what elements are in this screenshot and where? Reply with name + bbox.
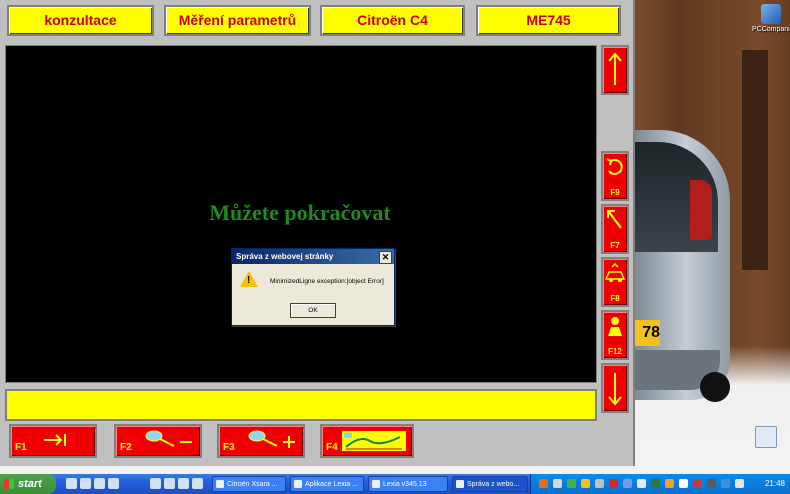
taskbar: start Citroën Xsara ... Aplikace Lexia .… [0,474,790,494]
f3-button[interactable]: F3 [217,424,305,458]
tray-icon[interactable] [721,479,730,488]
tab-mereni-parametru[interactable]: Měření parametrů [164,5,311,36]
taskbar-item-label: Aplikace Lexia ... [305,481,358,488]
desktop-icon-recycle-bin[interactable] [754,426,778,450]
quicklaunch-icon[interactable] [66,478,77,489]
f7-label: F7 [610,241,620,250]
tray-icon[interactable] [553,479,562,488]
f4-button[interactable]: F4 [320,424,414,458]
f2-label: F2 [120,442,132,453]
tray-icon[interactable] [623,479,632,488]
arrow-to-bar-icon [44,434,66,446]
f7-button[interactable]: F7 [601,204,629,254]
tab-konzultace[interactable]: konzultace [7,5,154,36]
diagonal-arrow-icon [607,210,622,229]
f12-label: F12 [608,347,622,356]
wallpaper-car-wheel [700,372,730,402]
tray-icon[interactable] [693,479,702,488]
f12-button[interactable]: F12 [601,310,629,360]
f3-label: F3 [223,442,235,453]
start-label: start [18,478,42,490]
lexia-icon [372,480,380,488]
quicklaunch-icon[interactable] [164,478,175,489]
taskbar-item[interactable]: Citroën Xsara ... [212,476,286,492]
tray-icon[interactable] [609,479,618,488]
tray-icon[interactable] [665,479,674,488]
tray-icon[interactable] [707,479,716,488]
status-message: Můžete pokračovat [209,200,391,225]
scroll-up-button[interactable] [601,45,629,95]
f9-button[interactable]: F9 [601,151,629,201]
tray-icon[interactable] [651,479,660,488]
tray-icon[interactable] [735,479,744,488]
ie-icon [216,480,224,488]
scroll-down-button[interactable] [601,363,629,413]
f4-label: F4 [326,442,338,453]
ie-icon [294,480,302,488]
recycle-bin-icon [755,426,777,448]
f9-label: F9 [610,188,620,197]
system-tray: 21:48 [530,474,790,494]
main-display: Můžete pokračovat [5,45,597,383]
taskbar-item[interactable]: Lexia v345.13 [368,476,448,492]
quicklaunch-icon[interactable] [192,478,203,489]
car-parts-icon [604,262,626,282]
signal-graph-icon [342,431,406,451]
taskbar-item-label: Citroën Xsara ... [227,481,278,488]
f2-button[interactable]: F2 [114,424,202,458]
quicklaunch-icon[interactable] [80,478,91,489]
tab-ecu[interactable]: ME745 [476,5,621,36]
tray-icon[interactable] [567,479,576,488]
wallpaper-door [742,50,768,270]
arrow-up-icon [608,52,622,85]
person-icon [608,317,622,336]
pccompanion-icon [761,4,781,24]
error-dialog: Správa z webovej stránky ✕ ! MinimizedLi… [231,248,395,326]
f1-button[interactable]: F1 [9,424,97,458]
dialog-title-bar: Správa z webovej stránky ✕ [232,249,394,264]
warning-icon-mark: ! [247,275,251,286]
taskbar-item-label: Správa z webo... [467,481,520,488]
f1-label: F1 [15,442,27,453]
windows-logo-icon [4,479,14,489]
tray-icon[interactable] [637,479,646,488]
zoom-in-icon [248,430,295,448]
dialog-title: Správa z webovej stránky [236,252,334,261]
quicklaunch-icon[interactable] [178,478,189,489]
ok-button[interactable]: OK [290,303,336,318]
taskbar-item[interactable]: Aplikace Lexia ... [290,476,364,492]
desktop-icon-label: PCCompani... [752,26,790,33]
quicklaunch-icon[interactable] [108,478,119,489]
f8-label: F8 [610,294,620,303]
desktop-icon-pccompanion[interactable]: PCCompani... [752,4,790,33]
arrow-down-icon [608,373,622,406]
dialog-window-icon [456,480,464,488]
tab-vehicle[interactable]: Citroën C4 [320,5,465,36]
f8-button[interactable]: F8 [601,257,629,307]
close-icon[interactable]: ✕ [379,251,392,264]
taskbar-clock[interactable]: 21:48 [765,474,785,494]
status-bar [5,389,597,421]
zoom-out-icon [145,430,192,447]
tray-icon[interactable] [581,479,590,488]
dialog-message: MinimizedLigne exception:[object Error] [270,278,384,285]
tray-icon[interactable] [679,479,688,488]
start-button[interactable]: start [0,474,56,494]
tray-icon[interactable] [539,479,548,488]
taskbar-item-active[interactable]: Správa z webo... [452,476,528,492]
tray-icon[interactable] [595,479,604,488]
taskbar-item-label: Lexia v345.13 [383,481,427,488]
undo-icon [606,158,623,175]
quicklaunch-icon[interactable] [94,478,105,489]
lexia-app-window: konzultace Měření parametrů Citroën C4 M… [0,0,635,466]
quicklaunch-icon[interactable] [150,478,161,489]
wallpaper-car-taillight [690,180,712,240]
